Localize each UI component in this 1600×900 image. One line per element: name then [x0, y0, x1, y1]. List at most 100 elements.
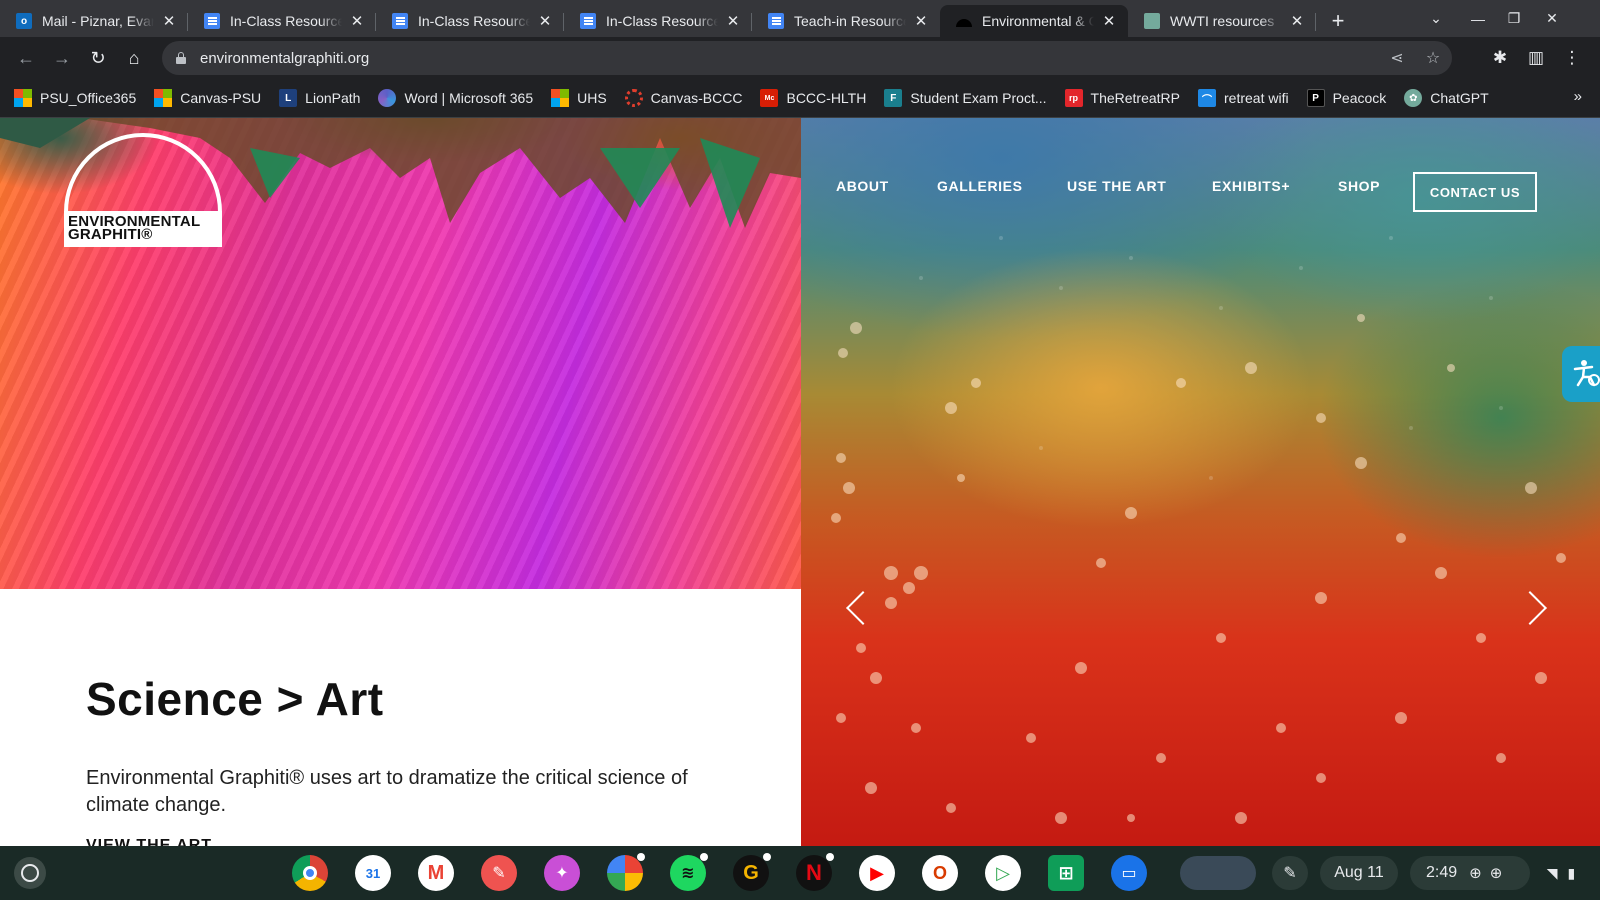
forward-arrow-icon[interactable]: →: [44, 40, 80, 76]
minimize-icon[interactable]: —: [1460, 0, 1496, 37]
bookmark-label: PSU_Office365: [40, 90, 137, 106]
close-icon[interactable]: ✕: [724, 12, 742, 30]
new-tab-button[interactable]: +: [1322, 5, 1354, 37]
bookmark-label: Student Exam Proct...: [910, 90, 1047, 106]
canvas-app-icon[interactable]: ✦: [544, 855, 580, 891]
bookmark-chatgpt[interactable]: ✿ ChatGPT: [1404, 89, 1489, 107]
mcgraw-hill-icon: Mc: [760, 89, 779, 107]
tab-in-class-resources-1[interactable]: In-Class Resources ✕: [188, 5, 376, 37]
close-icon[interactable]: ✕: [1288, 12, 1306, 30]
tab-in-class-resources-3[interactable]: In-Class Resources ✕: [564, 5, 752, 37]
share-icon[interactable]: ⋖: [1382, 41, 1412, 75]
logo-line2: GRAPHITI®: [68, 226, 153, 243]
contact-us-button[interactable]: CONTACT US: [1413, 172, 1537, 212]
bookmark-bccc-hlth[interactable]: Mc BCCC-HLTH: [760, 89, 866, 107]
google-photos-icon[interactable]: [607, 853, 645, 891]
tab-title: In-Class Resources: [418, 13, 530, 29]
stylus-pen-icon[interactable]: ✎: [1272, 856, 1308, 890]
launcher-icon[interactable]: [14, 857, 46, 889]
bookmark-canvas-psu[interactable]: Canvas-PSU: [154, 89, 261, 107]
status-tray[interactable]: 2:49 ⊕ ⊕: [1410, 856, 1530, 890]
gmail-icon[interactable]: M: [418, 855, 454, 891]
nav-about[interactable]: ABOUT: [836, 178, 889, 194]
upload-icon: ⊕: [1469, 865, 1482, 882]
home-icon[interactable]: ⌂: [116, 40, 152, 76]
battery-icon: ▮: [1567, 864, 1576, 881]
menu-kebab-icon[interactable]: ⋮: [1556, 40, 1588, 76]
retreat-icon: rp: [1064, 89, 1083, 107]
office-icon[interactable]: O: [922, 855, 958, 891]
files-icon[interactable]: ▭: [1111, 855, 1147, 891]
art-app-icon[interactable]: ✎: [481, 855, 517, 891]
spotify-icon[interactable]: ≋: [670, 853, 708, 891]
chatgpt-icon: ✿: [1404, 89, 1423, 107]
bookmark-word-microsoft365[interactable]: Word | Microsoft 365: [378, 89, 533, 107]
close-icon[interactable]: ✕: [160, 12, 178, 30]
close-icon[interactable]: ✕: [912, 12, 930, 30]
docs-icon: [204, 13, 220, 29]
bookmark-peacock[interactable]: P Peacock: [1306, 89, 1386, 107]
tab-wwti-resources[interactable]: WWTI resources ✕: [1128, 5, 1316, 37]
lionpath-icon: L: [279, 89, 298, 107]
tab-search-chevron-icon[interactable]: ⌄: [1418, 0, 1454, 37]
date-button[interactable]: Aug 11: [1320, 856, 1398, 890]
bookmark-student-exam-proctoring[interactable]: F Student Exam Proct...: [884, 89, 1047, 107]
chromeos-shelf: 31 M ✎ ✦ ≋ G N ▶ O ▷ ⊞ ▭ ✎ Aug 11 2:49 ⊕…: [0, 846, 1600, 900]
restore-icon[interactable]: ❐: [1496, 0, 1532, 37]
bookmark-lionpath[interactable]: L LionPath: [279, 89, 360, 107]
outlook-icon: o: [16, 13, 32, 29]
system-tray[interactable]: ◥ ▮: [1530, 856, 1592, 890]
nav-galleries[interactable]: GALLERIES: [937, 178, 1023, 194]
hero-art-left: ENVIRONMENTAL GRAPHITI®: [0, 118, 801, 589]
grammarly-icon[interactable]: G: [733, 853, 771, 891]
bookmark-retreat-wifi[interactable]: ⌒ retreat wifi: [1198, 89, 1289, 107]
view-the-art-link[interactable]: VIEW THE ART: [86, 838, 212, 846]
bookmark-theretreatrp[interactable]: rp TheRetreatRP: [1064, 89, 1180, 107]
lock-icon[interactable]: [176, 52, 186, 64]
youtube-icon[interactable]: ▶: [859, 855, 895, 891]
sheets-icon[interactable]: ⊞: [1048, 855, 1084, 891]
chrome-icon[interactable]: [292, 855, 328, 891]
wifi-icon: ◥: [1546, 864, 1558, 881]
recent-windows-preview[interactable]: [1180, 856, 1256, 890]
close-icon[interactable]: ✕: [348, 12, 366, 30]
close-icon[interactable]: ✕: [536, 12, 554, 30]
microsoft-icon: [551, 89, 570, 107]
nav-exhibits[interactable]: EXHIBITS+: [1212, 178, 1290, 194]
tab-in-class-resources-2[interactable]: In-Class Resources ✕: [376, 5, 564, 37]
url-text[interactable]: environmentalgraphiti.org: [200, 50, 369, 67]
docs-icon: [392, 13, 408, 29]
nav-shop[interactable]: SHOP: [1338, 178, 1380, 194]
forms-icon: F: [884, 89, 903, 107]
google-calendar-icon[interactable]: 31: [355, 855, 391, 891]
tab-environmental-graphiti[interactable]: Environmental & Clim ✕: [940, 5, 1128, 37]
close-icon[interactable]: ✕: [1100, 12, 1118, 30]
bookmark-label: BCCC-HLTH: [786, 90, 867, 106]
bookmark-psu-office365[interactable]: PSU_Office365: [14, 89, 136, 107]
netflix-icon[interactable]: N: [796, 853, 834, 891]
tab-mail[interactable]: o Mail - Piznar, Evan N ✕: [0, 5, 188, 37]
hero-slideshow: [801, 118, 1600, 846]
close-window-icon[interactable]: ✕: [1534, 0, 1570, 37]
accessibility-widget-button[interactable]: [1562, 346, 1600, 402]
bookmark-star-icon[interactable]: ☆: [1418, 41, 1448, 75]
tab-teach-in-resources[interactable]: Teach-in Resources ✕: [752, 5, 940, 37]
bookmark-label: Canvas-PSU: [180, 90, 262, 106]
environmental-graphiti-logo[interactable]: ENVIRONMENTAL GRAPHITI®: [64, 133, 222, 248]
more-bookmarks-icon[interactable]: »: [1574, 88, 1582, 105]
bookmark-uhs[interactable]: UHS: [551, 89, 607, 107]
play-store-icon[interactable]: ▷: [985, 855, 1021, 891]
reload-icon[interactable]: ↻: [80, 40, 116, 76]
address-bar[interactable]: environmentalgraphiti.org ⋖ ☆: [162, 41, 1452, 75]
extensions-puzzle-icon[interactable]: ✱: [1484, 40, 1516, 76]
bookmark-canvas-bccc[interactable]: Canvas-BCCC: [624, 89, 742, 107]
docs-icon: [580, 13, 596, 29]
back-arrow-icon[interactable]: ←: [8, 40, 44, 76]
nav-use-the-art[interactable]: USE THE ART: [1067, 178, 1166, 194]
bookmark-label: ChatGPT: [1430, 90, 1489, 106]
tab-title: Teach-in Resources: [794, 13, 906, 29]
tab-strip: o Mail - Piznar, Evan N ✕ In-Class Resou…: [0, 0, 1600, 37]
environmental-graphiti-icon: [956, 13, 972, 29]
microsoft-icon: [154, 89, 173, 107]
side-panel-icon[interactable]: ▥: [1520, 40, 1552, 76]
